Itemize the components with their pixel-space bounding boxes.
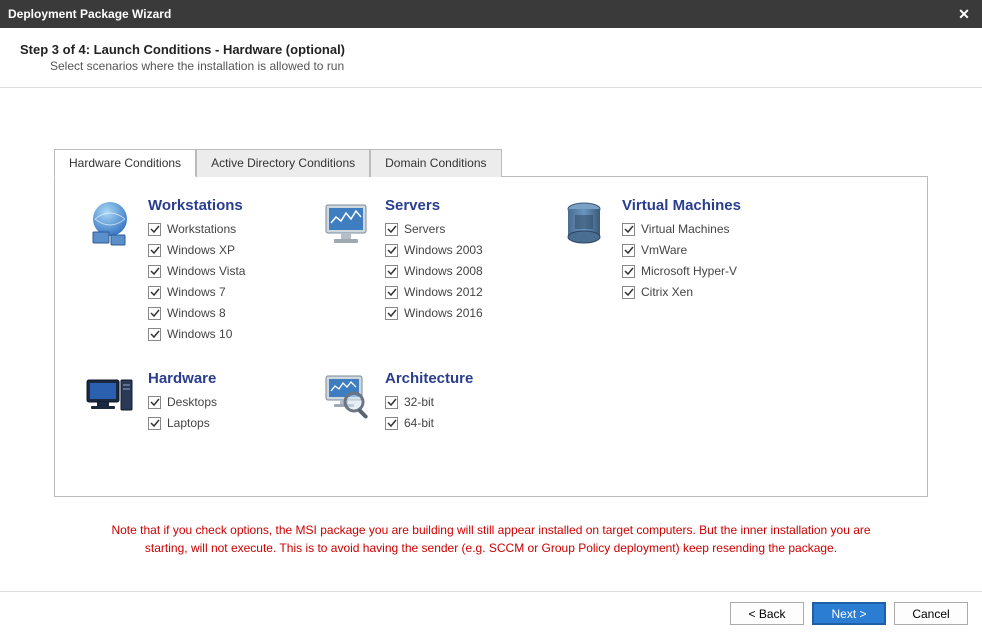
close-icon[interactable]: ✕ [954,4,974,24]
group-virtual-machines: Virtual Machines Virtual Machines VmWare… [557,197,762,348]
checkbox-icon[interactable] [385,223,398,236]
check-label: Workstations [167,222,236,236]
page-subtitle: Select scenarios where the installation … [50,59,962,73]
group-architecture: Architecture 32-bit 64-bit [320,370,525,437]
checkbox-icon[interactable] [385,286,398,299]
check-label: Windows 2012 [404,285,483,299]
check-label: Windows Vista [167,264,245,278]
page-title: Step 3 of 4: Launch Conditions - Hardwar… [20,42,962,57]
check-label: Servers [404,222,445,236]
tab-domain-conditions[interactable]: Domain Conditions [370,149,501,177]
checkbox-icon[interactable] [385,396,398,409]
tabstrip: Hardware Conditions Active Directory Con… [54,148,928,177]
monitor-magnifier-icon [320,370,375,425]
group-hardware: Hardware Desktops Laptops [83,370,288,437]
check-label: Windows 10 [167,327,232,341]
check-windows-xp[interactable]: Windows XP [148,243,288,257]
titlebar: Deployment Package Wizard ✕ [0,0,982,28]
check-label: Windows 2016 [404,306,483,320]
footer: < Back Next > Cancel [0,591,982,635]
check-label: 32-bit [404,395,434,409]
checkbox-icon[interactable] [385,265,398,278]
check-vmware[interactable]: VmWare [622,243,762,257]
check-label: Windows 7 [167,285,226,299]
group-title-workstations: Workstations [148,197,288,214]
check-label: Windows 2003 [404,243,483,257]
check-label: Laptops [167,416,210,430]
group-servers: Servers Servers Windows 2003 Windows 200… [320,197,525,348]
checkbox-icon[interactable] [385,307,398,320]
group-title-architecture: Architecture [385,370,525,387]
content-area: Hardware Conditions Active Directory Con… [0,88,982,591]
tabpanel-hardware: Workstations Workstations Windows XP Win… [54,177,928,497]
checkbox-icon[interactable] [385,417,398,430]
group-title-vms: Virtual Machines [622,197,762,214]
check-windows-8[interactable]: Windows 8 [148,306,288,320]
group-title-servers: Servers [385,197,525,214]
checkbox-icon[interactable] [148,244,161,257]
header: Step 3 of 4: Launch Conditions - Hardwar… [0,28,982,88]
group-title-hardware: Hardware [148,370,288,387]
check-windows-2016[interactable]: Windows 2016 [385,306,525,320]
check-label: Desktops [167,395,217,409]
check-windows-2012[interactable]: Windows 2012 [385,285,525,299]
check-servers[interactable]: Servers [385,222,525,236]
window-title: Deployment Package Wizard [8,7,954,21]
check-windows-2008[interactable]: Windows 2008 [385,264,525,278]
checkbox-icon[interactable] [622,244,635,257]
check-label: Windows 2008 [404,264,483,278]
check-windows-10[interactable]: Windows 10 [148,327,288,341]
checkbox-icon[interactable] [385,244,398,257]
check-desktops[interactable]: Desktops [148,395,288,409]
check-64bit[interactable]: 64-bit [385,416,525,430]
check-windows-7[interactable]: Windows 7 [148,285,288,299]
tab-hardware-conditions[interactable]: Hardware Conditions [54,149,196,177]
tab-active-directory-conditions[interactable]: Active Directory Conditions [196,149,370,177]
check-label: Windows XP [167,243,235,257]
check-label: Citrix Xen [641,285,693,299]
network-globe-icon [83,197,138,252]
checkbox-icon[interactable] [148,265,161,278]
checkbox-icon[interactable] [148,328,161,341]
warning-note: Note that if you check options, the MSI … [54,521,928,557]
desktop-pc-icon [83,370,138,425]
check-virtual-machines[interactable]: Virtual Machines [622,222,762,236]
check-citrix-xen[interactable]: Citrix Xen [622,285,762,299]
cancel-button[interactable]: Cancel [894,602,968,625]
database-cylinder-icon [557,197,612,252]
check-label: Microsoft Hyper-V [641,264,737,278]
checkbox-icon[interactable] [148,307,161,320]
group-workstations: Workstations Workstations Windows XP Win… [83,197,288,348]
checkbox-icon[interactable] [148,223,161,236]
check-laptops[interactable]: Laptops [148,416,288,430]
checkbox-icon[interactable] [148,396,161,409]
check-label: 64-bit [404,416,434,430]
checkbox-icon[interactable] [622,265,635,278]
check-label: Virtual Machines [641,222,730,236]
back-button[interactable]: < Back [730,602,804,625]
checkbox-icon[interactable] [622,286,635,299]
check-label: Windows 8 [167,306,226,320]
check-32bit[interactable]: 32-bit [385,395,525,409]
checkbox-icon[interactable] [622,223,635,236]
monitor-chart-icon [320,197,375,252]
check-workstations[interactable]: Workstations [148,222,288,236]
checkbox-icon[interactable] [148,417,161,430]
check-windows-vista[interactable]: Windows Vista [148,264,288,278]
check-label: VmWare [641,243,687,257]
next-button[interactable]: Next > [812,602,886,625]
checkbox-icon[interactable] [148,286,161,299]
check-hyperv[interactable]: Microsoft Hyper-V [622,264,762,278]
check-windows-2003[interactable]: Windows 2003 [385,243,525,257]
